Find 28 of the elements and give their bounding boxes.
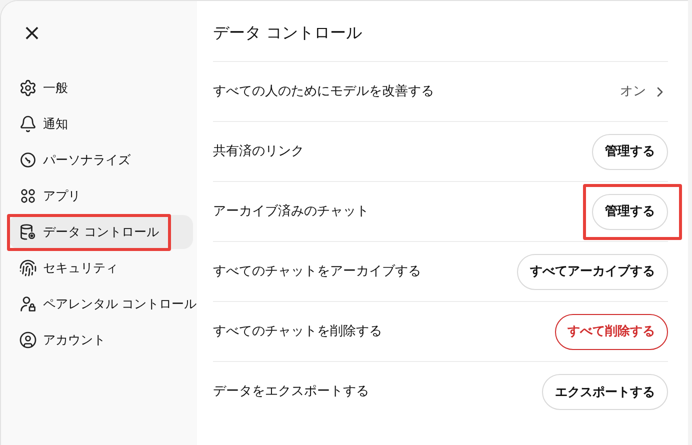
setting-label: すべてのチャットを削除する	[213, 322, 382, 341]
sidebar-item[interactable]: 通知	[9, 107, 193, 141]
sidebar-item[interactable]: パーソナライズ	[9, 143, 193, 177]
setting-label: すべてのチャットをアーカイブする	[213, 262, 421, 281]
sidebar-item[interactable]: アプリ	[9, 179, 193, 213]
user-lock-icon	[19, 295, 37, 313]
bell-icon	[19, 115, 37, 133]
settings-icon	[19, 79, 37, 97]
close-button[interactable]: ×	[19, 21, 45, 47]
sidebar-item[interactable]: データ コントロール	[9, 215, 193, 249]
setting-button[interactable]: 管理する	[592, 134, 668, 170]
panel-title: データ コントロール	[213, 21, 668, 62]
fingerprint-icon	[19, 259, 37, 277]
setting-button[interactable]: エクスポートする	[542, 374, 668, 410]
setting-toggle-link[interactable]: オン	[620, 82, 668, 102]
setting-button[interactable]: すべてアーカイブする	[517, 254, 668, 290]
account-icon	[19, 331, 37, 349]
setting-label: アーカイブ済みのチャット	[213, 202, 369, 221]
apps-icon	[19, 187, 37, 205]
setting-button[interactable]: すべて削除する	[554, 314, 668, 350]
setting-label: 共有済のリンク	[213, 142, 304, 161]
sidebar-item[interactable]: アカウント	[9, 323, 193, 357]
sidebar-item[interactable]: セキュリティ	[9, 251, 193, 285]
setting-label: データをエクスポートする	[213, 383, 369, 402]
sidebar-item[interactable]: 一般	[9, 71, 193, 105]
setting-button[interactable]: 管理する	[592, 194, 668, 230]
setting-label: すべての人のためにモデルを改善する	[213, 82, 434, 101]
database-gear-icon	[19, 223, 37, 241]
